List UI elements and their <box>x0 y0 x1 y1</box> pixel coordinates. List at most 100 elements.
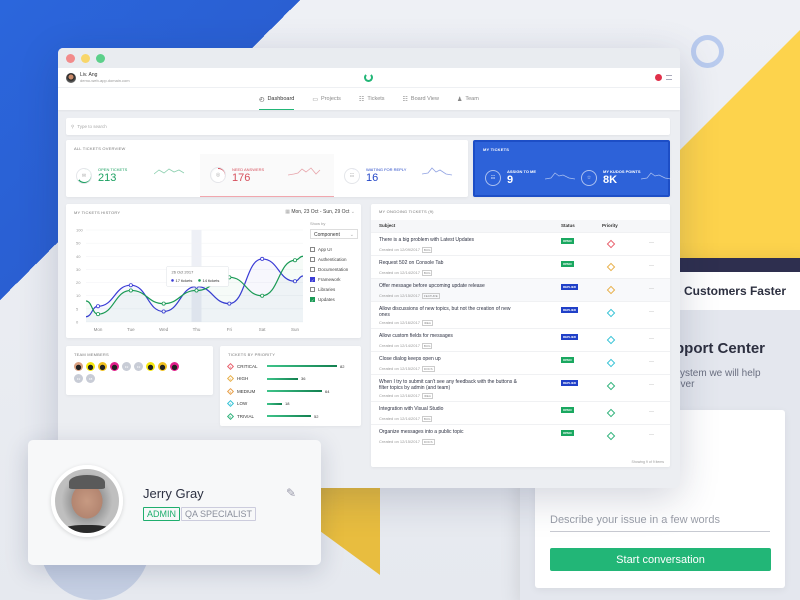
priority-icon <box>606 262 616 272</box>
row-actions-button[interactable]: — <box>649 382 654 388</box>
team-member-avatar[interactable]: F2 <box>134 362 143 371</box>
ticket-subject[interactable]: Request 502 on Console Tab <box>379 260 519 266</box>
row-actions-button[interactable]: — <box>649 409 654 415</box>
ticket-row[interactable]: When I try to submit can't see any feedb… <box>371 374 670 401</box>
y-tick-label: 20 <box>76 280 81 285</box>
team-member-avatar[interactable] <box>110 362 119 371</box>
date-range-picker[interactable]: ▦ Mon, 23 Oct - Sun, 29 Oct ⌄ <box>285 209 355 215</box>
close-window-button[interactable] <box>66 53 75 63</box>
team-member-avatar[interactable]: F2 <box>74 374 83 383</box>
issue-input[interactable]: Describe your issue in a few words <box>550 514 770 532</box>
checkbox[interactable] <box>310 246 315 252</box>
checkbox[interactable] <box>310 266 315 272</box>
stat-need-answers[interactable]: ◎ NEED ANSWERS 176 <box>200 154 334 197</box>
data-point[interactable] <box>292 258 297 263</box>
team-member-avatar[interactable] <box>74 362 83 371</box>
tab-dashboard[interactable]: ◴ Dashboard <box>259 88 295 110</box>
ticket-subject[interactable]: Organize messages into a public topic <box>379 429 519 435</box>
checkbox[interactable] <box>310 256 315 262</box>
search-input[interactable]: ⚲ Type to search <box>66 118 670 135</box>
ticket-row[interactable]: Close dialog keeps open up Created on 12… <box>371 351 670 374</box>
my-stat-assign-to-me[interactable]: ☷ ASSIGN TO ME 9 <box>485 156 581 199</box>
ticket-subject[interactable]: When I try to submit can't see any feedb… <box>379 379 519 391</box>
ticket-subject[interactable]: Allow discussions of new topics, but not… <box>379 306 519 318</box>
ticket-meta: Created on 12/16/2017 IDEA <box>379 320 433 326</box>
row-actions-button[interactable]: — <box>649 263 654 269</box>
edit-pencil-icon[interactable]: ✎ <box>286 486 296 500</box>
ticket-row[interactable]: Integration with Visual Studio Created o… <box>371 401 670 424</box>
ticket-row[interactable]: There is a big problem with Latest Updat… <box>371 232 670 255</box>
tooltip-dot-b <box>198 279 201 282</box>
ticket-created: Created on 12/14/2017 <box>379 416 420 421</box>
row-actions-button[interactable]: — <box>649 336 654 342</box>
team-member-avatar[interactable] <box>158 362 167 371</box>
priority-bar <box>267 390 322 392</box>
show-by-select[interactable]: Component ⌄ <box>310 229 358 239</box>
ticket-subject[interactable]: There is a big problem with Latest Updat… <box>379 237 519 243</box>
sparkline <box>154 168 185 175</box>
ticket-tag: IDEA <box>421 320 433 326</box>
ticket-row[interactable]: Allow custom fields for messages Created… <box>371 328 670 351</box>
ticket-row[interactable]: Organize messages into a public topic Cr… <box>371 424 670 447</box>
tab-team[interactable]: ♟ Team <box>457 88 479 110</box>
minimize-window-button[interactable] <box>81 53 90 63</box>
filter-framework[interactable]: ✓ Framework <box>310 274 348 284</box>
priority-icon <box>606 358 616 368</box>
priority-label: MEDIUM <box>237 388 256 394</box>
data-point[interactable] <box>260 293 265 298</box>
data-point[interactable] <box>260 256 265 261</box>
filter-label: Framework <box>318 276 341 282</box>
ticket-subject[interactable]: Offer message before upcoming update rel… <box>379 283 519 289</box>
checkbox[interactable]: ✓ <box>310 276 315 283</box>
data-point[interactable] <box>95 312 100 317</box>
data-point[interactable] <box>161 301 166 306</box>
row-actions-button[interactable]: — <box>649 286 654 292</box>
filter-documentation[interactable]: Documentation <box>310 264 348 274</box>
team-member-avatar[interactable] <box>86 362 95 371</box>
ticket-row[interactable]: Allow discussions of new topics, but not… <box>371 301 670 328</box>
priority-label: HIGH <box>237 376 249 381</box>
row-actions-button[interactable]: — <box>649 309 654 315</box>
my-stat-my-kudos-points[interactable]: ☆ MY KUDOS POINTS 8K <box>581 156 677 199</box>
row-actions-button[interactable]: — <box>649 432 654 438</box>
row-actions-button[interactable]: — <box>649 240 654 246</box>
data-point[interactable] <box>95 304 100 309</box>
col-subject[interactable]: Subject <box>379 223 395 228</box>
data-point[interactable] <box>194 288 199 293</box>
tickets-by-priority-card: TICKETS BY PRIORITY 1 CRITICAL 82 2 HIGH … <box>220 346 361 426</box>
team-member-avatar[interactable]: F8 <box>86 374 95 383</box>
start-conversation-button[interactable]: Start conversation <box>550 548 771 571</box>
filter-updates[interactable]: ✓ Updates <box>310 294 348 304</box>
checkbox[interactable]: ✓ <box>310 296 315 303</box>
tab-tickets[interactable]: ☷ Tickets <box>359 88 385 110</box>
menu-icon[interactable] <box>666 75 672 80</box>
filter-libraries[interactable]: Libraries <box>310 284 348 294</box>
team-member-avatar[interactable] <box>146 362 155 371</box>
ticket-subject[interactable]: Allow custom fields for messages <box>379 333 519 339</box>
data-point[interactable] <box>128 288 133 293</box>
team-member-avatar[interactable] <box>98 362 107 371</box>
maximize-window-button[interactable] <box>96 53 105 63</box>
app-header: Liv. Ang demo-web-app.domain.com <box>58 68 680 88</box>
stat-open-tickets[interactable]: ✉ OPEN TICKETS 213 <box>66 154 200 197</box>
col-priority[interactable]: Priority <box>602 223 618 228</box>
ticket-subject[interactable]: Integration with Visual Studio <box>379 406 519 412</box>
filter-app-ui[interactable]: App UI <box>310 244 348 254</box>
tab-board-view[interactable]: ☷ Board View <box>403 88 439 110</box>
tab-label: Projects <box>321 96 341 102</box>
stat-waiting-for-reply[interactable]: ☷ WAITING FOR REPLY 16 <box>334 154 468 197</box>
notification-icon[interactable] <box>655 74 662 81</box>
team-member-avatar[interactable] <box>170 362 179 371</box>
checkbox[interactable] <box>310 286 315 292</box>
row-actions-button[interactable]: — <box>649 359 654 365</box>
team-member-avatar[interactable]: F2 <box>122 362 131 371</box>
tab-projects[interactable]: ▭ Projects <box>312 88 341 110</box>
ticket-row[interactable]: Offer message before upcoming update rel… <box>371 278 670 301</box>
data-point[interactable] <box>128 283 133 288</box>
filter-authentication[interactable]: Authentication <box>310 254 348 264</box>
ticket-row[interactable]: Request 502 on Console Tab Created on 12… <box>371 255 670 278</box>
user-menu[interactable]: Liv. Ang demo-web-app.domain.com <box>66 72 130 83</box>
filter-label: Documentation <box>318 266 349 272</box>
col-status[interactable]: Status <box>561 223 575 228</box>
ticket-subject[interactable]: Close dialog keeps open up <box>379 356 519 362</box>
